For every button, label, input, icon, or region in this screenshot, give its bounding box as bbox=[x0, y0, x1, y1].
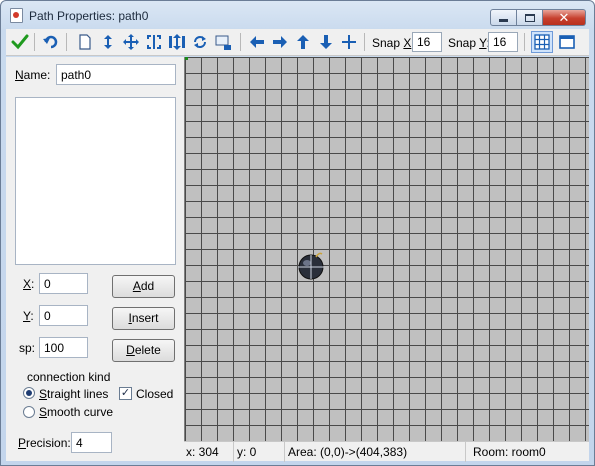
toolbar: Snap X: 16 Snap Y: 16 bbox=[6, 29, 589, 56]
shift-left-button[interactable] bbox=[246, 31, 268, 53]
path-points-list[interactable] bbox=[15, 97, 176, 265]
bomb-icon bbox=[298, 252, 324, 280]
flip-vertical-icon bbox=[169, 34, 185, 50]
shift-left-icon bbox=[250, 36, 264, 48]
toolbar-separator bbox=[34, 33, 35, 51]
delete-point-button[interactable]: Delete bbox=[112, 339, 175, 362]
y-label: Y: bbox=[23, 309, 34, 323]
shift-path-icon bbox=[123, 34, 139, 50]
toggle-grid-button[interactable] bbox=[531, 31, 553, 53]
name-input[interactable]: path0 bbox=[56, 64, 176, 85]
precision-label: Precision: bbox=[18, 436, 71, 450]
scale-path-icon bbox=[215, 35, 231, 50]
snap-y-input[interactable]: 16 bbox=[488, 32, 518, 52]
cursor-y-readout: y: 0 bbox=[235, 442, 285, 462]
precision-input[interactable]: 4 bbox=[71, 432, 112, 453]
scale-path-button[interactable] bbox=[212, 31, 234, 53]
smooth-curve-radio[interactable] bbox=[23, 406, 35, 418]
minimize-button[interactable] bbox=[490, 9, 517, 26]
window-title: Path Properties: path0 bbox=[29, 9, 149, 23]
shift-path-button[interactable] bbox=[120, 31, 142, 53]
minimize-icon bbox=[499, 19, 508, 22]
shift-up-icon bbox=[297, 35, 309, 49]
path-editor-canvas[interactable] bbox=[184, 57, 589, 441]
title-bar[interactable]: Path Properties: path0 ✕ bbox=[1, 1, 594, 29]
app-icon bbox=[10, 8, 23, 23]
center-path-button[interactable] bbox=[338, 31, 360, 53]
insert-point-button[interactable]: Insert bbox=[112, 307, 175, 330]
undo-icon bbox=[43, 35, 58, 49]
reverse-path-button[interactable] bbox=[97, 31, 119, 53]
x-label: X: bbox=[23, 277, 35, 291]
rotate-path-icon bbox=[194, 36, 206, 48]
speed-label: sp: bbox=[19, 341, 36, 355]
flip-vertical-button[interactable] bbox=[166, 31, 188, 53]
rotate-path-button[interactable] bbox=[189, 31, 211, 53]
path-properties-window: Path Properties: path0 ✕ Snap X 16 Snap … bbox=[0, 0, 595, 466]
toolbar-separator bbox=[66, 33, 67, 51]
shift-down-button[interactable] bbox=[315, 31, 337, 53]
undo-button[interactable] bbox=[40, 31, 62, 53]
toolbar-separator bbox=[240, 33, 241, 51]
room-readout: Room: room0 bbox=[473, 445, 546, 459]
straight-lines-radio[interactable] bbox=[23, 387, 35, 399]
snap-x-label: Snap X: bbox=[372, 36, 415, 50]
smooth-curve-label[interactable]: Smooth curve bbox=[39, 405, 113, 419]
mirror-horizontal-icon bbox=[147, 35, 161, 49]
status-bar: x: 304 y: 0 Area: (0,0)->(404,383) Room:… bbox=[184, 441, 589, 462]
snap-y-label: Snap Y: bbox=[448, 36, 490, 50]
toolbar-separator bbox=[364, 33, 365, 51]
closed-checkbox[interactable]: ✓ bbox=[119, 387, 132, 400]
area-readout: Area: (0,0)->(404,383) bbox=[286, 442, 466, 462]
point-x-input[interactable]: 0 bbox=[39, 273, 88, 294]
reverse-path-icon bbox=[104, 35, 112, 49]
cursor-x-readout: x: 304 bbox=[184, 442, 234, 462]
center-path-icon bbox=[342, 35, 356, 49]
shift-up-button[interactable] bbox=[292, 31, 314, 53]
ok-button[interactable] bbox=[9, 31, 31, 53]
room-view-button[interactable] bbox=[556, 31, 578, 53]
point-speed-input[interactable]: 100 bbox=[39, 337, 88, 358]
toggle-grid-icon bbox=[534, 34, 550, 50]
clear-path-button[interactable] bbox=[74, 31, 96, 53]
ok-checkmark-icon bbox=[11, 34, 29, 50]
point-y-input[interactable]: 0 bbox=[39, 305, 88, 326]
shift-down-icon bbox=[320, 35, 332, 49]
add-point-button[interactable]: Add bbox=[112, 275, 175, 298]
room-view-icon bbox=[559, 35, 575, 49]
toolbar-separator bbox=[524, 33, 525, 51]
path-settings-panel: Name: path0 X: 0 Y: 0 sp: 100 Add Insert… bbox=[6, 57, 184, 461]
close-icon: ✕ bbox=[558, 10, 570, 25]
close-button[interactable]: ✕ bbox=[543, 9, 586, 26]
shift-right-icon bbox=[273, 36, 287, 48]
maximize-button[interactable] bbox=[517, 9, 543, 26]
shift-right-button[interactable] bbox=[269, 31, 291, 53]
clear-path-icon bbox=[79, 34, 91, 50]
closed-label[interactable]: Closed bbox=[136, 387, 173, 401]
connection-kind-label: connection kind bbox=[27, 370, 111, 384]
origin-marker bbox=[185, 57, 188, 60]
snap-x-input[interactable]: 16 bbox=[412, 32, 442, 52]
maximize-icon bbox=[524, 13, 535, 22]
name-label: Name: bbox=[15, 68, 51, 82]
mirror-horizontal-button[interactable] bbox=[143, 31, 165, 53]
straight-lines-label[interactable]: Straight lines bbox=[39, 387, 108, 401]
